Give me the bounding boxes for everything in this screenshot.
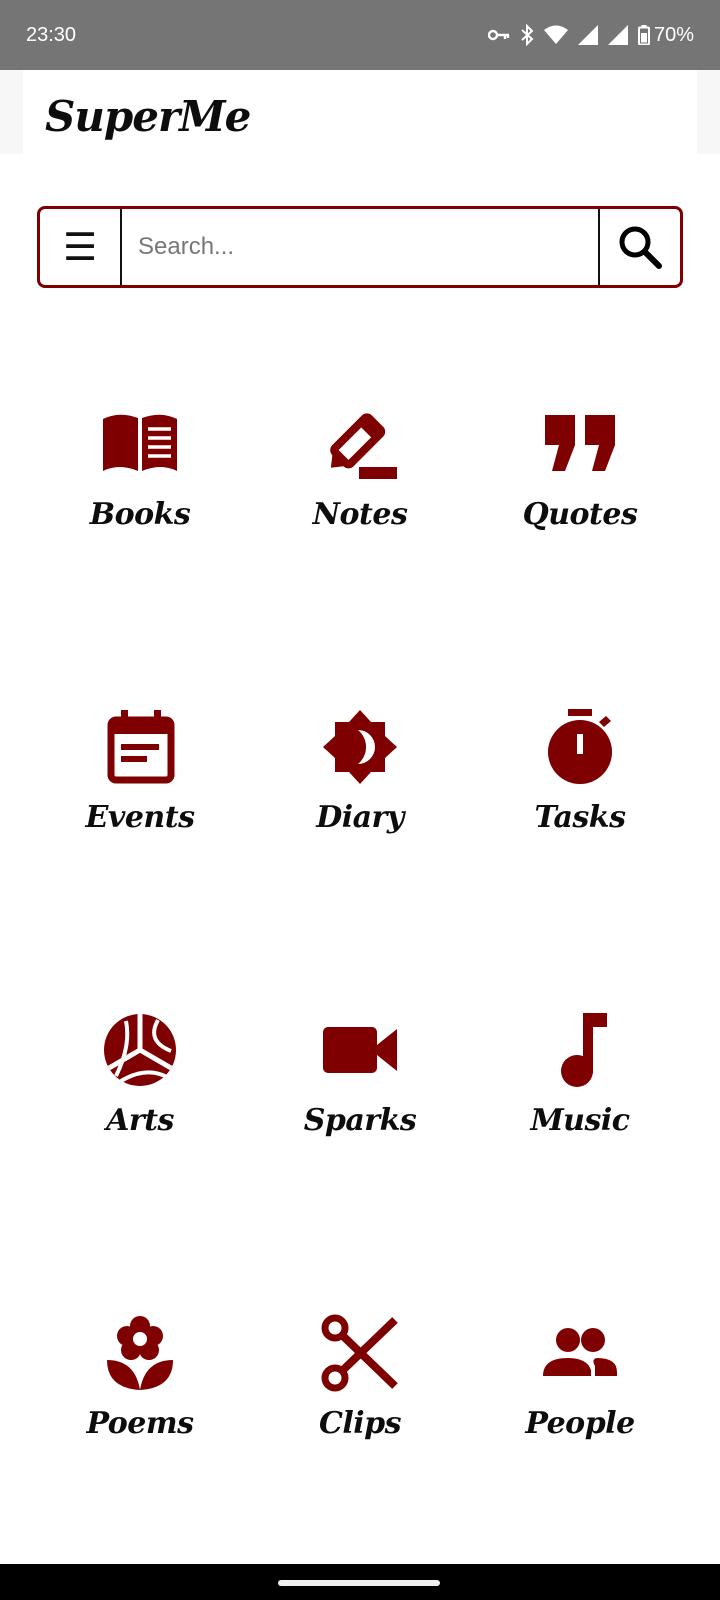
tile-label: Quotes xyxy=(522,497,638,532)
flower-icon xyxy=(107,1316,173,1390)
cell-signal-2-icon xyxy=(607,25,628,45)
bluetooth-icon xyxy=(521,24,534,46)
tile-events[interactable]: Events xyxy=(30,698,250,1001)
tile-tasks[interactable]: Tasks xyxy=(470,698,690,1001)
tile-label: Poems xyxy=(86,1406,194,1441)
tile-label: Clips xyxy=(318,1406,402,1441)
menu-button[interactable]: ☰ xyxy=(40,209,122,285)
tile-books[interactable]: Books xyxy=(30,395,250,698)
status-icons: 70% xyxy=(487,23,694,47)
search-button[interactable] xyxy=(598,209,680,285)
battery-percent: 70% xyxy=(653,23,694,46)
tile-people[interactable]: People xyxy=(470,1304,690,1600)
search-icon xyxy=(619,226,662,269)
hamburger-icon: ☰ xyxy=(62,225,98,269)
status-bar: 23:30 70% xyxy=(0,0,720,70)
quote-icon xyxy=(545,415,615,471)
tile-label: Arts xyxy=(106,1103,174,1138)
search-bar: ☰ xyxy=(37,206,683,288)
battery-icon xyxy=(637,25,650,45)
tile-diary[interactable]: Diary xyxy=(250,698,470,1001)
status-time: 23:30 xyxy=(26,23,77,46)
tile-label: Diary xyxy=(316,800,404,835)
vpn-key-icon xyxy=(487,29,510,41)
app-header: SuperMe xyxy=(0,70,720,154)
video-camera-icon xyxy=(323,1027,397,1073)
brightness-icon xyxy=(323,710,397,784)
tile-label: Sparks xyxy=(303,1103,417,1138)
calendar-icon xyxy=(107,710,175,784)
tile-notes[interactable]: Notes xyxy=(250,395,470,698)
book-icon xyxy=(103,414,177,471)
battery: 70% xyxy=(637,23,694,47)
tile-label: People xyxy=(525,1406,635,1441)
tile-label: Events xyxy=(85,800,195,835)
tile-label: Notes xyxy=(312,497,408,532)
tile-poems[interactable]: Poems xyxy=(30,1304,250,1600)
app-title: SuperMe xyxy=(45,92,251,141)
volleyball-icon xyxy=(104,1014,176,1086)
tile-music[interactable]: Music xyxy=(470,1001,690,1304)
tile-label: Tasks xyxy=(534,800,626,835)
pencil-icon xyxy=(330,413,397,479)
tile-label: Music xyxy=(530,1103,630,1138)
home-gesture-bar[interactable] xyxy=(278,1580,440,1586)
cell-signal-icon xyxy=(577,25,598,45)
music-note-icon xyxy=(561,1013,607,1087)
tile-label: Books xyxy=(89,497,191,532)
wifi-icon xyxy=(543,25,568,44)
tile-quotes[interactable]: Quotes xyxy=(470,395,690,698)
tile-arts[interactable]: Arts xyxy=(30,1001,250,1304)
tile-sparks[interactable]: Sparks xyxy=(250,1001,470,1304)
stopwatch-icon xyxy=(548,709,612,784)
search-input[interactable] xyxy=(122,209,598,285)
scissors-icon xyxy=(321,1314,398,1392)
tile-clips[interactable]: Clips xyxy=(250,1304,470,1600)
app-header-inner: SuperMe xyxy=(23,70,697,154)
category-grid: Books Notes Quotes Events Diary Tasks Ar… xyxy=(30,395,690,1600)
people-icon xyxy=(543,1328,617,1376)
